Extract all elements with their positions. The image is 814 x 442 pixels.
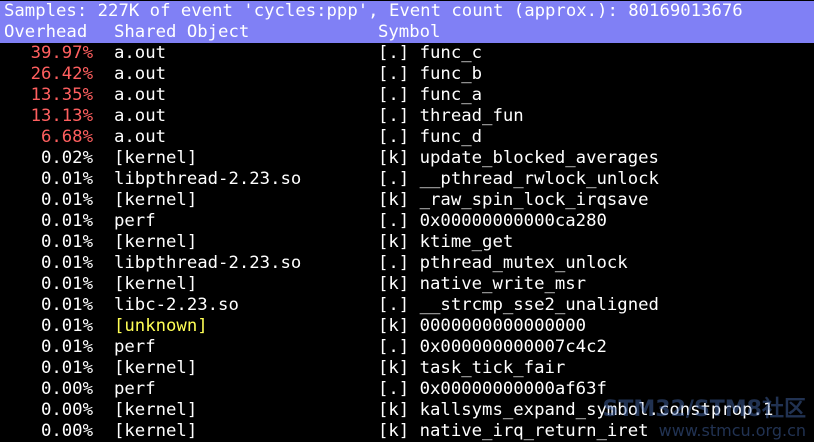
shared-object-value: a.out bbox=[114, 85, 167, 105]
overhead-value: 0.00% bbox=[40, 379, 93, 399]
overhead-value: 13.35% bbox=[30, 85, 93, 105]
shared-object-value: [unknown] bbox=[114, 316, 208, 336]
symbol-value: [.] 0x00000000000ca280 bbox=[378, 211, 607, 231]
overhead-column-header[interactable]: Overhead bbox=[4, 22, 87, 43]
overhead-value: 0.01% bbox=[40, 295, 93, 315]
overhead-value: 0.01% bbox=[40, 232, 93, 252]
report-rows: 39.97% a.out [.] func_c 26.42% a.out [.] func… bbox=[0, 43, 814, 442]
overhead-value: 0.02% bbox=[40, 148, 93, 168]
symbol-value: [.] pthread_mutex_unlock bbox=[378, 253, 628, 273]
symbol-value: [k] native_irq_return_iret bbox=[378, 421, 649, 441]
symbol-value: [k] kallsyms_expand_symbol.constprop.1 bbox=[378, 400, 774, 420]
table-row[interactable]: 0.00% [kernel] [k] native_irq_return_iret bbox=[0, 421, 814, 442]
symbol-value: [k] ktime_get bbox=[378, 232, 514, 252]
shared-object-value: [kernel] bbox=[114, 274, 198, 294]
overhead-value: 0.00% bbox=[40, 421, 93, 441]
overhead-value: 0.01% bbox=[40, 190, 93, 210]
shared-object-value: perf bbox=[114, 379, 156, 399]
table-row[interactable]: 0.01% [kernel] [k] _raw_spin_lock_irqsave bbox=[0, 190, 814, 211]
shared-object-value: [kernel] bbox=[114, 232, 198, 252]
table-row[interactable]: 6.68% a.out [.] func_d bbox=[0, 127, 814, 148]
overhead-value: 13.13% bbox=[30, 106, 93, 126]
overhead-value: 0.01% bbox=[40, 169, 93, 189]
report-header: Samples: 227K of event 'cycles:ppp', Eve… bbox=[0, 1, 814, 43]
symbol-value: [.] thread_fun bbox=[378, 106, 524, 126]
table-row[interactable]: 0.02% [kernel] [k] update_blocked_averages bbox=[0, 148, 814, 169]
table-row[interactable]: 0.01% [unknown] [k] 0000000000000000 bbox=[0, 316, 814, 337]
shared-object-value: [kernel] bbox=[114, 148, 198, 168]
shared-object-value: libpthread-2.23.so bbox=[114, 169, 302, 189]
symbol-value: [k] update_blocked_averages bbox=[378, 148, 659, 168]
table-row[interactable]: 0.00% [kernel] [k] kallsyms_expand_symbol.… bbox=[0, 400, 814, 421]
symbol-value: [.] func_c bbox=[378, 43, 483, 63]
symbol-value: [k] task_tick_fair bbox=[378, 358, 566, 378]
shared-object-value: perf bbox=[114, 337, 156, 357]
table-row[interactable]: 0.01% libc-2.23.so [.] __strcmp_sse2_unali… bbox=[0, 295, 814, 316]
overhead-value: 0.01% bbox=[40, 274, 93, 294]
shared-object-column-header[interactable]: Shared Object bbox=[114, 22, 249, 43]
table-row[interactable]: 13.13% a.out [.] thread_fun bbox=[0, 106, 814, 127]
table-row[interactable]: 0.01% [kernel] [k] task_tick_fair bbox=[0, 358, 814, 379]
overhead-value: 0.01% bbox=[40, 316, 93, 336]
shared-object-value: a.out bbox=[114, 64, 167, 84]
overhead-value: 0.01% bbox=[40, 358, 93, 378]
samples-summary: Samples: 227K of event 'cycles:ppp', Eve… bbox=[4, 1, 743, 21]
symbol-value: [.] func_a bbox=[378, 85, 483, 105]
symbol-value: [k] 0000000000000000 bbox=[378, 316, 587, 336]
table-row[interactable]: 0.01% perf [.] 0x000000000007c4c2 bbox=[0, 337, 814, 358]
overhead-value: 6.68% bbox=[40, 127, 93, 147]
symbol-value: [k] native_write_msr bbox=[378, 274, 587, 294]
table-row[interactable]: 0.00% perf [.] 0x00000000000af63f bbox=[0, 379, 814, 400]
overhead-value: 26.42% bbox=[30, 64, 93, 84]
overhead-value: 0.00% bbox=[40, 400, 93, 420]
shared-object-value: [kernel] bbox=[114, 190, 198, 210]
table-row[interactable]: 0.01% [kernel] [k] native_write_msr bbox=[0, 274, 814, 295]
shared-object-value: [kernel] bbox=[114, 400, 198, 420]
shared-object-value: a.out bbox=[114, 43, 167, 63]
perf-report-terminal: Samples: 227K of event 'cycles:ppp', Eve… bbox=[0, 1, 814, 442]
table-row[interactable]: 0.01% libpthread-2.23.so [.] __pthread_rwl… bbox=[0, 169, 814, 190]
table-row[interactable]: 39.97% a.out [.] func_c bbox=[0, 43, 814, 64]
symbol-value: [.] func_d bbox=[378, 127, 483, 147]
symbol-value: [k] _raw_spin_lock_irqsave bbox=[378, 190, 649, 210]
symbol-value: [.] 0x00000000000af63f bbox=[378, 379, 607, 399]
table-row[interactable]: 13.35% a.out [.] func_a bbox=[0, 85, 814, 106]
shared-object-value: perf bbox=[114, 211, 156, 231]
overhead-value: 0.01% bbox=[40, 253, 93, 273]
symbol-value: [.] func_b bbox=[378, 64, 483, 84]
overhead-value: 39.97% bbox=[30, 43, 93, 63]
symbol-column-header[interactable]: Symbol bbox=[378, 22, 440, 43]
table-row[interactable]: 0.01% [kernel] [k] ktime_get bbox=[0, 232, 814, 253]
shared-object-value: libpthread-2.23.so bbox=[114, 253, 302, 273]
table-row[interactable]: 0.01% perf [.] 0x00000000000ca280 bbox=[0, 211, 814, 232]
table-row[interactable]: 0.01% libpthread-2.23.so [.] pthread_mutex… bbox=[0, 253, 814, 274]
column-headers: Overhead Shared Object Symbol bbox=[0, 22, 814, 43]
overhead-value: 0.01% bbox=[40, 211, 93, 231]
shared-object-value: a.out bbox=[114, 127, 167, 147]
symbol-value: [.] 0x000000000007c4c2 bbox=[378, 337, 607, 357]
shared-object-value: [kernel] bbox=[114, 421, 198, 441]
table-row[interactable]: 26.42% a.out [.] func_b bbox=[0, 64, 814, 85]
shared-object-value: a.out bbox=[114, 106, 167, 126]
overhead-value: 0.01% bbox=[40, 337, 93, 357]
symbol-value: [.] __strcmp_sse2_unaligned bbox=[378, 295, 659, 315]
shared-object-value: [kernel] bbox=[114, 358, 198, 378]
shared-object-value: libc-2.23.so bbox=[114, 295, 239, 315]
symbol-value: [.] __pthread_rwlock_unlock bbox=[378, 169, 659, 189]
